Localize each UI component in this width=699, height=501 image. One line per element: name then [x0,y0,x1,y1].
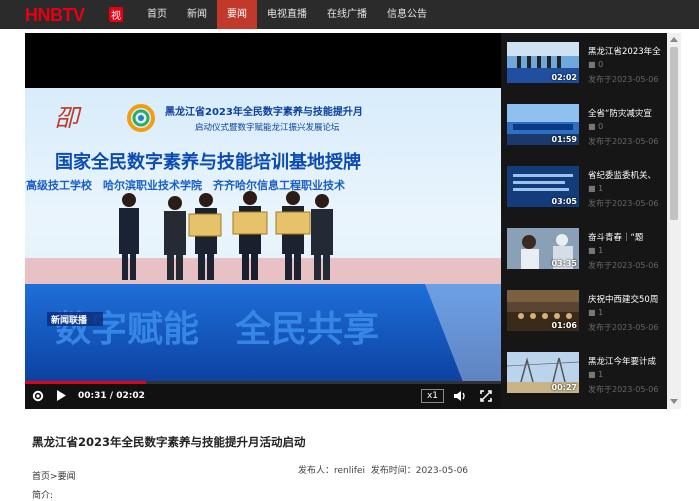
breadcrumb: 首页>要闻 [32,469,76,482]
svg-text:数字赋能 全民共享: 数字赋能 全民共享 [55,308,379,350]
player-controls: 00:31 / 02:02 x1 [25,381,501,409]
svg-text:黑龙江省2023年全民数字素养与技能提升月: 黑龙江省2023年全民数字素养与技能提升月 [165,105,363,118]
playlist-date: 发布于2023-05-06 [588,137,659,146]
publisher-name: renlifei [334,466,365,476]
settings-icon[interactable] [32,390,44,402]
playlist-date: 发布于2023-05-06 [588,199,659,208]
playlist-title[interactable]: 庆祝中西建交50周 [588,293,666,307]
hnbtv-logo[interactable]: HNBTV 视 [25,5,125,24]
play-icon[interactable] [56,390,66,401]
playlist-views: ■ 0 [588,122,604,131]
playlist-item[interactable]: 02:02 黑龙江省2023年全 ■ 0 发布于2023-05-06 [501,33,667,93]
playlist-date: 发布于2023-05-06 [588,261,659,270]
playlist-item[interactable]: 03:35 奋斗青春｜“题 ■ 1 发布于2023-05-06 [501,219,667,279]
svg-text:视: 视 [111,9,121,22]
playlist-title[interactable]: 奋斗青春｜“题 [588,231,666,245]
video-player[interactable]: 卲 黑龙江省2023年全民数字素养与技能提升月 启动仪式暨数字赋能龙江振兴发展论… [25,33,501,409]
scroll-down-icon[interactable] [670,399,678,404]
video-scene: 卲 黑龙江省2023年全民数字素养与技能提升月 启动仪式暨数字赋能龙江振兴发展论… [25,88,501,387]
nav-item-home[interactable]: 首页 [137,0,177,29]
playlist-thumbnail: 03:05 [507,166,579,207]
eye-icon: ■ [588,60,596,69]
video-playlist: 02:02 黑龙江省2023年全 ■ 0 发布于2023-05-06 01:59… [501,33,667,409]
news-tag: 新闻联播 [51,314,88,326]
progress-fill [25,381,146,384]
playlist-duration: 00:27 [551,383,577,392]
playlist-title[interactable]: 省纪委监委机关、 [588,169,666,183]
eye-icon: ■ [588,370,596,379]
time-display: 00:31 / 02:02 [78,391,145,401]
playlist-thumbnail: 01:06 [507,290,579,331]
publish-time-label: 发布时间： [370,466,416,476]
playlist-views: ■ 1 [588,246,604,255]
fullscreen-icon[interactable] [480,390,492,402]
svg-text:卲: 卲 [55,104,82,132]
playlist-item[interactable]: 03:05 省纪委监委机关、 ■ 1 发布于2023-05-06 [501,157,667,217]
eye-icon: ■ [588,122,596,131]
eye-icon: ■ [588,246,596,255]
main-nav: 首页 新闻 要闻 电视直播 在线广播 信息公告 [137,0,437,29]
playlist-duration: 01:06 [551,321,577,330]
playlist-scrollbar[interactable] [667,33,681,409]
playlist-date: 发布于2023-05-06 [588,323,659,332]
playlist-thumbnail: 02:02 [507,42,579,83]
progress-bar[interactable] [25,381,501,384]
volume-icon[interactable] [454,390,467,402]
playlist-thumbnail: 03:35 [507,228,579,269]
playlist-views: ■ 1 [588,184,604,193]
breadcrumb-separator: > [50,472,58,482]
article-intro-label: 简介: [32,491,54,501]
playlist-thumbnail: 01:59 [507,104,579,145]
scroll-up-icon[interactable] [670,37,678,42]
nav-item-news[interactable]: 新闻 [177,0,217,29]
playlist-duration: 02:02 [551,73,577,82]
playlist-title[interactable]: 黑龙江省2023年全 [588,45,666,59]
publish-time: 2023-05-06 [415,466,469,476]
svg-text:HNBTV: HNBTV [25,5,85,24]
article-meta: 发布人：renlifei 发布时间：2023-05-06 [298,463,468,476]
nav-item-headlines[interactable]: 要闻 [217,0,257,29]
nav-item-announcements[interactable]: 信息公告 [377,0,437,29]
video-frame[interactable]: 卲 黑龙江省2023年全民数字素养与技能提升月 启动仪式暨数字赋能龙江振兴发展论… [25,88,501,387]
playlist-item[interactable]: 00:27 黑龙江今年要计成 ■ 1 发布于2023-05-06 [501,343,667,403]
playlist-duration: 01:59 [551,135,577,144]
playback-speed[interactable]: x1 [421,389,444,403]
eye-icon: ■ [588,308,596,317]
nav-item-tv-live[interactable]: 电视直播 [257,0,317,29]
playlist-views: ■ 1 [588,308,604,317]
svg-text:省高级技工学校 哈尔滨职业技术学院 齐齐哈尔信息工程职业技术: 省高级技工学校 哈尔滨职业技术学院 齐齐哈尔信息工程职业技术 [25,178,345,192]
scroll-thumb[interactable] [670,47,678,220]
article-title: 黑龙江省2023年全民数字素养与技能提升月活动启动 [32,435,306,449]
playlist-views: ■ 0 [588,60,604,69]
playlist-item[interactable]: 01:59 全省“防灾减灾宣 ■ 0 发布于2023-05-06 [501,95,667,155]
playlist-title[interactable]: 全省“防灾减灾宣 [588,107,666,121]
playlist-item[interactable]: 01:06 庆祝中西建交50周 ■ 1 发布于2023-05-06 [501,281,667,341]
eye-icon: ■ [588,184,596,193]
playlist-date: 发布于2023-05-06 [588,385,659,394]
top-navigation-bar: HNBTV 视 首页 新闻 要闻 电视直播 在线广播 信息公告 [0,0,699,29]
svg-text:启动仪式暨数字赋能龙江振兴发展论坛: 启动仪式暨数字赋能龙江振兴发展论坛 [195,122,340,133]
breadcrumb-home[interactable]: 首页 [32,472,50,482]
nav-item-radio[interactable]: 在线广播 [317,0,377,29]
playlist-thumbnail: 00:27 [507,352,579,393]
playlist-date: 发布于2023-05-06 [588,75,659,84]
breadcrumb-section[interactable]: 要闻 [58,472,76,482]
playlist-duration: 03:05 [551,197,577,206]
publisher-label: 发布人： [298,466,335,476]
playlist-duration: 03:35 [551,259,577,268]
playlist-title[interactable]: 黑龙江今年要计成 [588,355,666,369]
playlist-views: ■ 1 [588,370,604,379]
svg-text:国家全民数字素养与技能培训基地授牌: 国家全民数字素养与技能培训基地授牌 [55,151,361,173]
